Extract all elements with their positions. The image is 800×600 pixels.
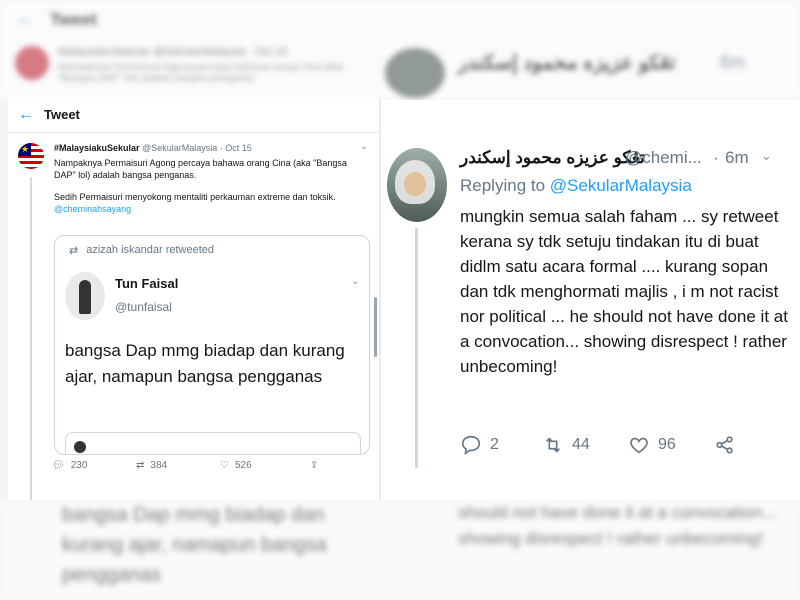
separator-dot: · <box>713 148 719 167</box>
thread-line <box>415 228 418 468</box>
like-button[interactable]: 96 <box>628 434 676 456</box>
reply-actions: 2 44 96 <box>460 434 780 464</box>
blurred-time: 6m <box>720 52 746 72</box>
replying-to: Replying to @SekularMalaysia <box>460 176 692 196</box>
retweet-icon <box>545 437 561 453</box>
retweet-icon: ⇄ <box>69 245 79 257</box>
replying-to-link[interactable]: @SekularMalaysia <box>550 176 692 195</box>
quoted-author-name[interactable]: Tun Faisal <box>115 276 178 291</box>
avatar <box>15 46 49 80</box>
tweet-author-handle[interactable]: @SekularMalaysia <box>142 143 217 153</box>
chevron-down-icon[interactable]: ⌄ <box>761 148 772 164</box>
blurred-background-bottom: bangsa Dap mmg biadap dan kurang ajar, n… <box>0 500 800 600</box>
back-arrow-icon: ← <box>16 8 34 28</box>
reply-count: 2 <box>490 436 499 453</box>
like-button[interactable]: ♡ 526 <box>220 460 310 471</box>
back-arrow-icon[interactable]: ← <box>8 106 44 124</box>
left-tweet-panel: ← Tweet ★ #MalaysiakuSekular @SekularMal… <box>8 97 380 500</box>
share-icon <box>716 436 733 454</box>
reply-count: 230 <box>70 460 88 471</box>
screenshot-collage: ← Tweet MalaysiakuSekular @SekularMalays… <box>0 0 800 600</box>
quoted-tweet-text: bangsa Dap mmg biadap dan kurang ajar, n… <box>65 341 345 386</box>
tweet-text: Nampaknya Permaisuri Agong percaya bahaw… <box>54 157 354 215</box>
blurred-name: تڠكو عزيزه محمود إسكندر <box>458 52 676 74</box>
reply-icon <box>461 435 481 456</box>
quoted-tweet[interactable]: ⇄ azizah iskandar retweeted Tun Faisal @… <box>54 235 370 455</box>
tweet-header: ← Tweet <box>8 97 379 133</box>
reply-text: mungkin semua salah faham ... sy retweet… <box>460 207 788 376</box>
blurred-text: should not have done it at a convocation… <box>458 503 777 548</box>
malaysia-flag-avatar[interactable]: ★ <box>18 143 44 169</box>
blurred-text: Nampaknya Permaisuri Agong percaya bahaw… <box>58 62 344 84</box>
retweet-button[interactable]: 44 <box>542 434 590 456</box>
nested-quote[interactable] <box>65 432 361 454</box>
retweet-notice: ⇄ azizah iskandar retweeted <box>69 244 214 257</box>
right-reply-panel: تڠكو عزيزه محمود إسكندر @chemi... · 6m ⌄… <box>380 100 800 500</box>
thread-line <box>30 177 32 500</box>
quoted-author-handle[interactable]: @tunfaisal <box>115 300 172 314</box>
blurred-text: bangsa Dap mmg biadap dan kurang ajar, n… <box>62 504 327 586</box>
tweet-date[interactable]: · Oct 15 <box>220 143 252 153</box>
chevron-down-icon[interactable]: ⌄ <box>360 141 368 152</box>
retweet-button[interactable]: ⇄ 384 <box>136 460 220 471</box>
reply-button[interactable]: 2 <box>460 434 499 456</box>
avatar <box>385 48 445 98</box>
retweeted-by: azizah iskandar retweeted <box>86 244 215 256</box>
share-icon: ⇪ <box>310 460 319 471</box>
page-title: Tweet <box>44 107 80 122</box>
avatar[interactable] <box>65 272 105 320</box>
tweet-meta: #MalaysiakuSekular @SekularMalaysia · Oc… <box>54 143 252 153</box>
blurred-background-top: ← Tweet MalaysiakuSekular @SekularMalays… <box>0 0 800 100</box>
reply-time[interactable]: 6m <box>725 148 749 168</box>
share-button[interactable] <box>714 434 736 456</box>
scrollbar[interactable] <box>374 297 377 357</box>
blurred-title: Tweet <box>50 10 97 29</box>
like-count: 96 <box>658 436 676 453</box>
reply-button[interactable]: 💬︎ 230 <box>52 460 136 471</box>
chevron-down-icon[interactable]: ⌄ <box>351 276 359 287</box>
share-button[interactable]: ⇪ <box>310 460 318 471</box>
reply-author-name[interactable]: تڠكو عزيزه محمود إسكندر <box>460 148 645 168</box>
tweet-text-line: Sedih Permaisuri menyokong mentaliti per… <box>54 192 336 202</box>
tweet-text-line: Nampaknya Permaisuri Agong percaya bahaw… <box>54 158 347 180</box>
avatar[interactable] <box>387 148 447 222</box>
tweet-author-name[interactable]: #MalaysiakuSekular <box>54 143 140 153</box>
tweet-actions: 💬︎ 230 ⇄ 384 ♡ 526 ⇪ <box>52 460 352 471</box>
like-count: 526 <box>234 460 252 471</box>
replying-prefix: Replying to <box>460 176 546 195</box>
reply-icon: 💬︎ <box>52 460 65 471</box>
retweet-count: 384 <box>150 460 168 471</box>
blurred-meta: MalaysiakuSekular @SekularMalaysia · Oct… <box>58 46 288 58</box>
mention-link[interactable]: @cheminahsayang <box>54 203 354 215</box>
retweet-icon: ⇄ <box>136 460 145 471</box>
heart-icon <box>630 437 648 454</box>
retweet-count: 44 <box>572 436 590 453</box>
heart-icon: ♡ <box>220 460 229 471</box>
reply-author-handle[interactable]: @chemi... <box>625 148 702 168</box>
